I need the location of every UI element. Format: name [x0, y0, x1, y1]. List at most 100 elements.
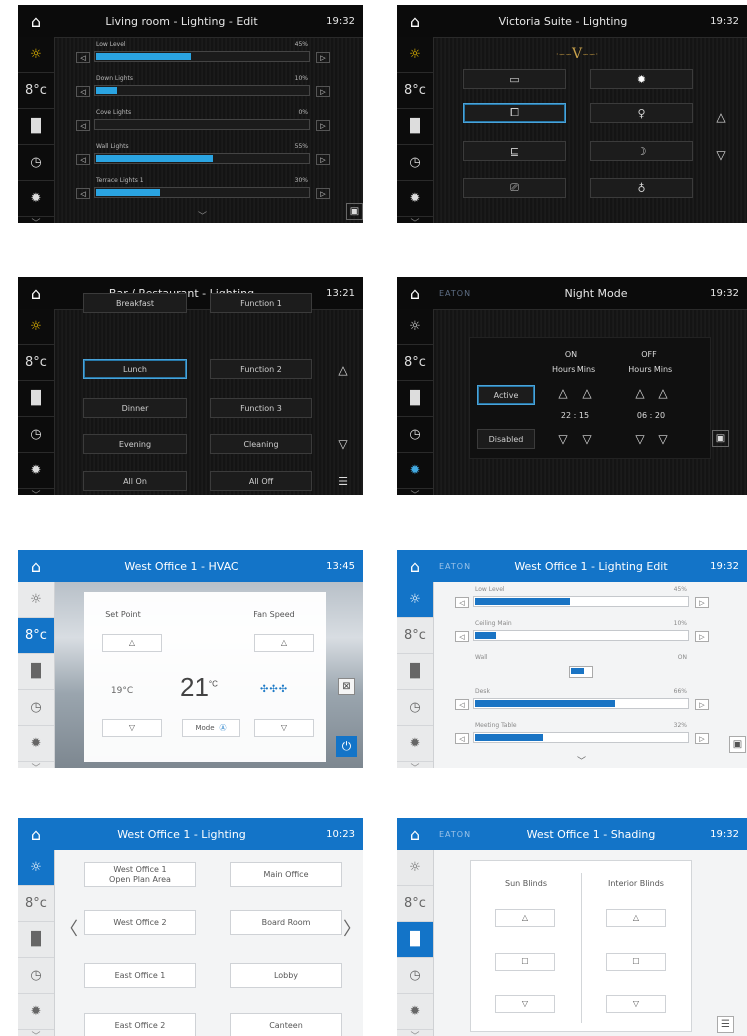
- window-toggle-icon[interactable]: ⊠: [338, 678, 355, 695]
- home-icon[interactable]: ⌂: [18, 550, 54, 582]
- settings-sliders-icon[interactable]: ☰: [333, 471, 353, 491]
- scroll-down-button[interactable]: ▽: [711, 145, 731, 165]
- chevron-down-icon[interactable]: ﹀: [397, 217, 433, 224]
- home-icon[interactable]: ⌂: [18, 277, 54, 309]
- decrease-button[interactable]: ◁: [76, 120, 90, 131]
- slider-track[interactable]: [94, 153, 310, 164]
- scene-cleaning[interactable]: Cleaning: [210, 434, 312, 454]
- slider-track[interactable]: [94, 85, 310, 96]
- decrease-button[interactable]: ◁: [76, 154, 90, 165]
- chevron-down-icon[interactable]: ﹀: [577, 754, 586, 767]
- on-mins-up[interactable]: △: [577, 385, 597, 401]
- clock-icon[interactable]: ◷: [397, 958, 433, 994]
- save-icon[interactable]: ▣: [729, 736, 746, 753]
- thermometer-icon[interactable]: 8°c: [397, 618, 433, 654]
- decrease-button[interactable]: ◁: [76, 86, 90, 97]
- scene-all-off[interactable]: All Off: [210, 471, 312, 491]
- slider-track[interactable]: [473, 698, 689, 709]
- interior-blinds-down-button[interactable]: ▽: [606, 995, 666, 1013]
- slider-track[interactable]: [94, 119, 310, 130]
- home-icon[interactable]: ⌂: [397, 550, 433, 582]
- clock-icon[interactable]: ◷: [397, 145, 433, 181]
- slider-track[interactable]: [94, 187, 310, 198]
- fan-down-button[interactable]: ▽: [254, 719, 314, 737]
- increase-button[interactable]: ▷: [316, 154, 330, 165]
- sun-blinds-up-button[interactable]: △: [495, 909, 555, 927]
- scene-function-1[interactable]: Function 1: [210, 293, 312, 313]
- chevron-down-icon[interactable]: ﹀: [18, 1030, 54, 1036]
- setpoint-down-button[interactable]: ▽: [102, 719, 162, 737]
- save-icon[interactable]: ▣: [712, 430, 729, 447]
- sun-icon[interactable]: ☼: [397, 582, 433, 618]
- decrease-button[interactable]: ◁: [455, 597, 469, 608]
- increase-button[interactable]: ▷: [695, 631, 709, 642]
- scroll-down-button[interactable]: ▽: [333, 434, 353, 454]
- off-mins-down[interactable]: ▽: [653, 431, 673, 447]
- active-button[interactable]: Active: [477, 385, 535, 405]
- scene-button-night[interactable]: ☽: [590, 141, 693, 161]
- scene-button-bright[interactable]: ✹: [590, 69, 693, 89]
- gear-icon[interactable]: ✹: [397, 726, 433, 762]
- gear-icon[interactable]: ✹: [397, 181, 433, 217]
- gear-icon[interactable]: ✹: [18, 994, 54, 1030]
- power-button[interactable]: ⏻: [336, 736, 357, 757]
- home-icon[interactable]: ⌂: [397, 277, 433, 309]
- blinds-icon[interactable]: ▐▌: [18, 654, 54, 690]
- decrease-button[interactable]: ◁: [76, 52, 90, 63]
- sun-icon[interactable]: ☼: [397, 37, 433, 73]
- increase-button[interactable]: ▷: [316, 52, 330, 63]
- chevron-down-icon[interactable]: ﹀: [18, 489, 54, 496]
- decrease-button[interactable]: ◁: [455, 631, 469, 642]
- save-icon[interactable]: ▣: [346, 203, 363, 220]
- gear-icon[interactable]: ✹: [397, 994, 433, 1030]
- chevron-down-icon[interactable]: ﹀: [18, 762, 54, 769]
- blinds-icon[interactable]: ▐▌: [397, 109, 433, 145]
- gear-icon[interactable]: ✹: [397, 453, 433, 489]
- increase-button[interactable]: ▷: [316, 120, 330, 131]
- decrease-button[interactable]: ◁: [76, 188, 90, 199]
- slider-track[interactable]: [94, 51, 310, 62]
- blinds-icon[interactable]: ▐▌: [18, 109, 54, 145]
- room-lobby[interactable]: Lobby: [230, 963, 342, 988]
- settings-sliders-icon[interactable]: ☰: [717, 1016, 734, 1033]
- sun-icon[interactable]: ☼: [18, 582, 54, 618]
- on-hours-down[interactable]: ▽: [553, 431, 573, 447]
- scene-evening[interactable]: Evening: [83, 434, 187, 454]
- scene-all-on[interactable]: All On: [83, 471, 187, 491]
- blinds-icon[interactable]: ▐▌: [397, 922, 433, 958]
- scene-lunch[interactable]: Lunch: [83, 359, 187, 379]
- interior-blinds-up-button[interactable]: △: [606, 909, 666, 927]
- page-right-chevron[interactable]: 〉: [343, 913, 361, 943]
- setpoint-up-button[interactable]: △: [102, 634, 162, 652]
- chevron-down-icon[interactable]: ﹀: [397, 489, 433, 496]
- page-left-chevron[interactable]: 〈: [60, 913, 78, 943]
- thermometer-icon[interactable]: 8°c: [18, 73, 54, 109]
- increase-button[interactable]: ▷: [695, 597, 709, 608]
- sun-icon[interactable]: ☼: [397, 850, 433, 886]
- home-icon[interactable]: ⌂: [18, 5, 54, 37]
- scene-dinner[interactable]: Dinner: [83, 398, 187, 418]
- decrease-button[interactable]: ◁: [455, 733, 469, 744]
- thermometer-icon[interactable]: 8°c: [18, 618, 54, 654]
- thermometer-icon[interactable]: 8°c: [397, 73, 433, 109]
- chevron-down-icon[interactable]: ﹀: [18, 217, 54, 224]
- off-mins-up[interactable]: △: [653, 385, 673, 401]
- room-west-office-1[interactable]: West Office 1 Open Plan Area: [84, 862, 196, 887]
- sun-icon[interactable]: ☼: [18, 309, 54, 345]
- blinds-icon[interactable]: ▐▌: [397, 654, 433, 690]
- clock-icon[interactable]: ◷: [18, 417, 54, 453]
- scene-button-laptop[interactable]: ⊑: [463, 141, 566, 161]
- gear-icon[interactable]: ✹: [18, 726, 54, 762]
- scene-function-3[interactable]: Function 3: [210, 398, 312, 418]
- room-east-office-1[interactable]: East Office 1: [84, 963, 196, 988]
- thermometer-icon[interactable]: 8°c: [397, 345, 433, 381]
- thermometer-icon[interactable]: 8°c: [18, 886, 54, 922]
- scene-button-tv[interactable]: ▭: [463, 69, 566, 89]
- off-hours-up[interactable]: △: [630, 385, 650, 401]
- clock-icon[interactable]: ◷: [397, 690, 433, 726]
- home-icon[interactable]: ⌂: [397, 818, 433, 850]
- scroll-up-button[interactable]: △: [333, 360, 353, 380]
- room-canteen[interactable]: Canteen: [230, 1013, 342, 1036]
- sun-icon[interactable]: ☼: [397, 309, 433, 345]
- room-board-room[interactable]: Board Room: [230, 910, 342, 935]
